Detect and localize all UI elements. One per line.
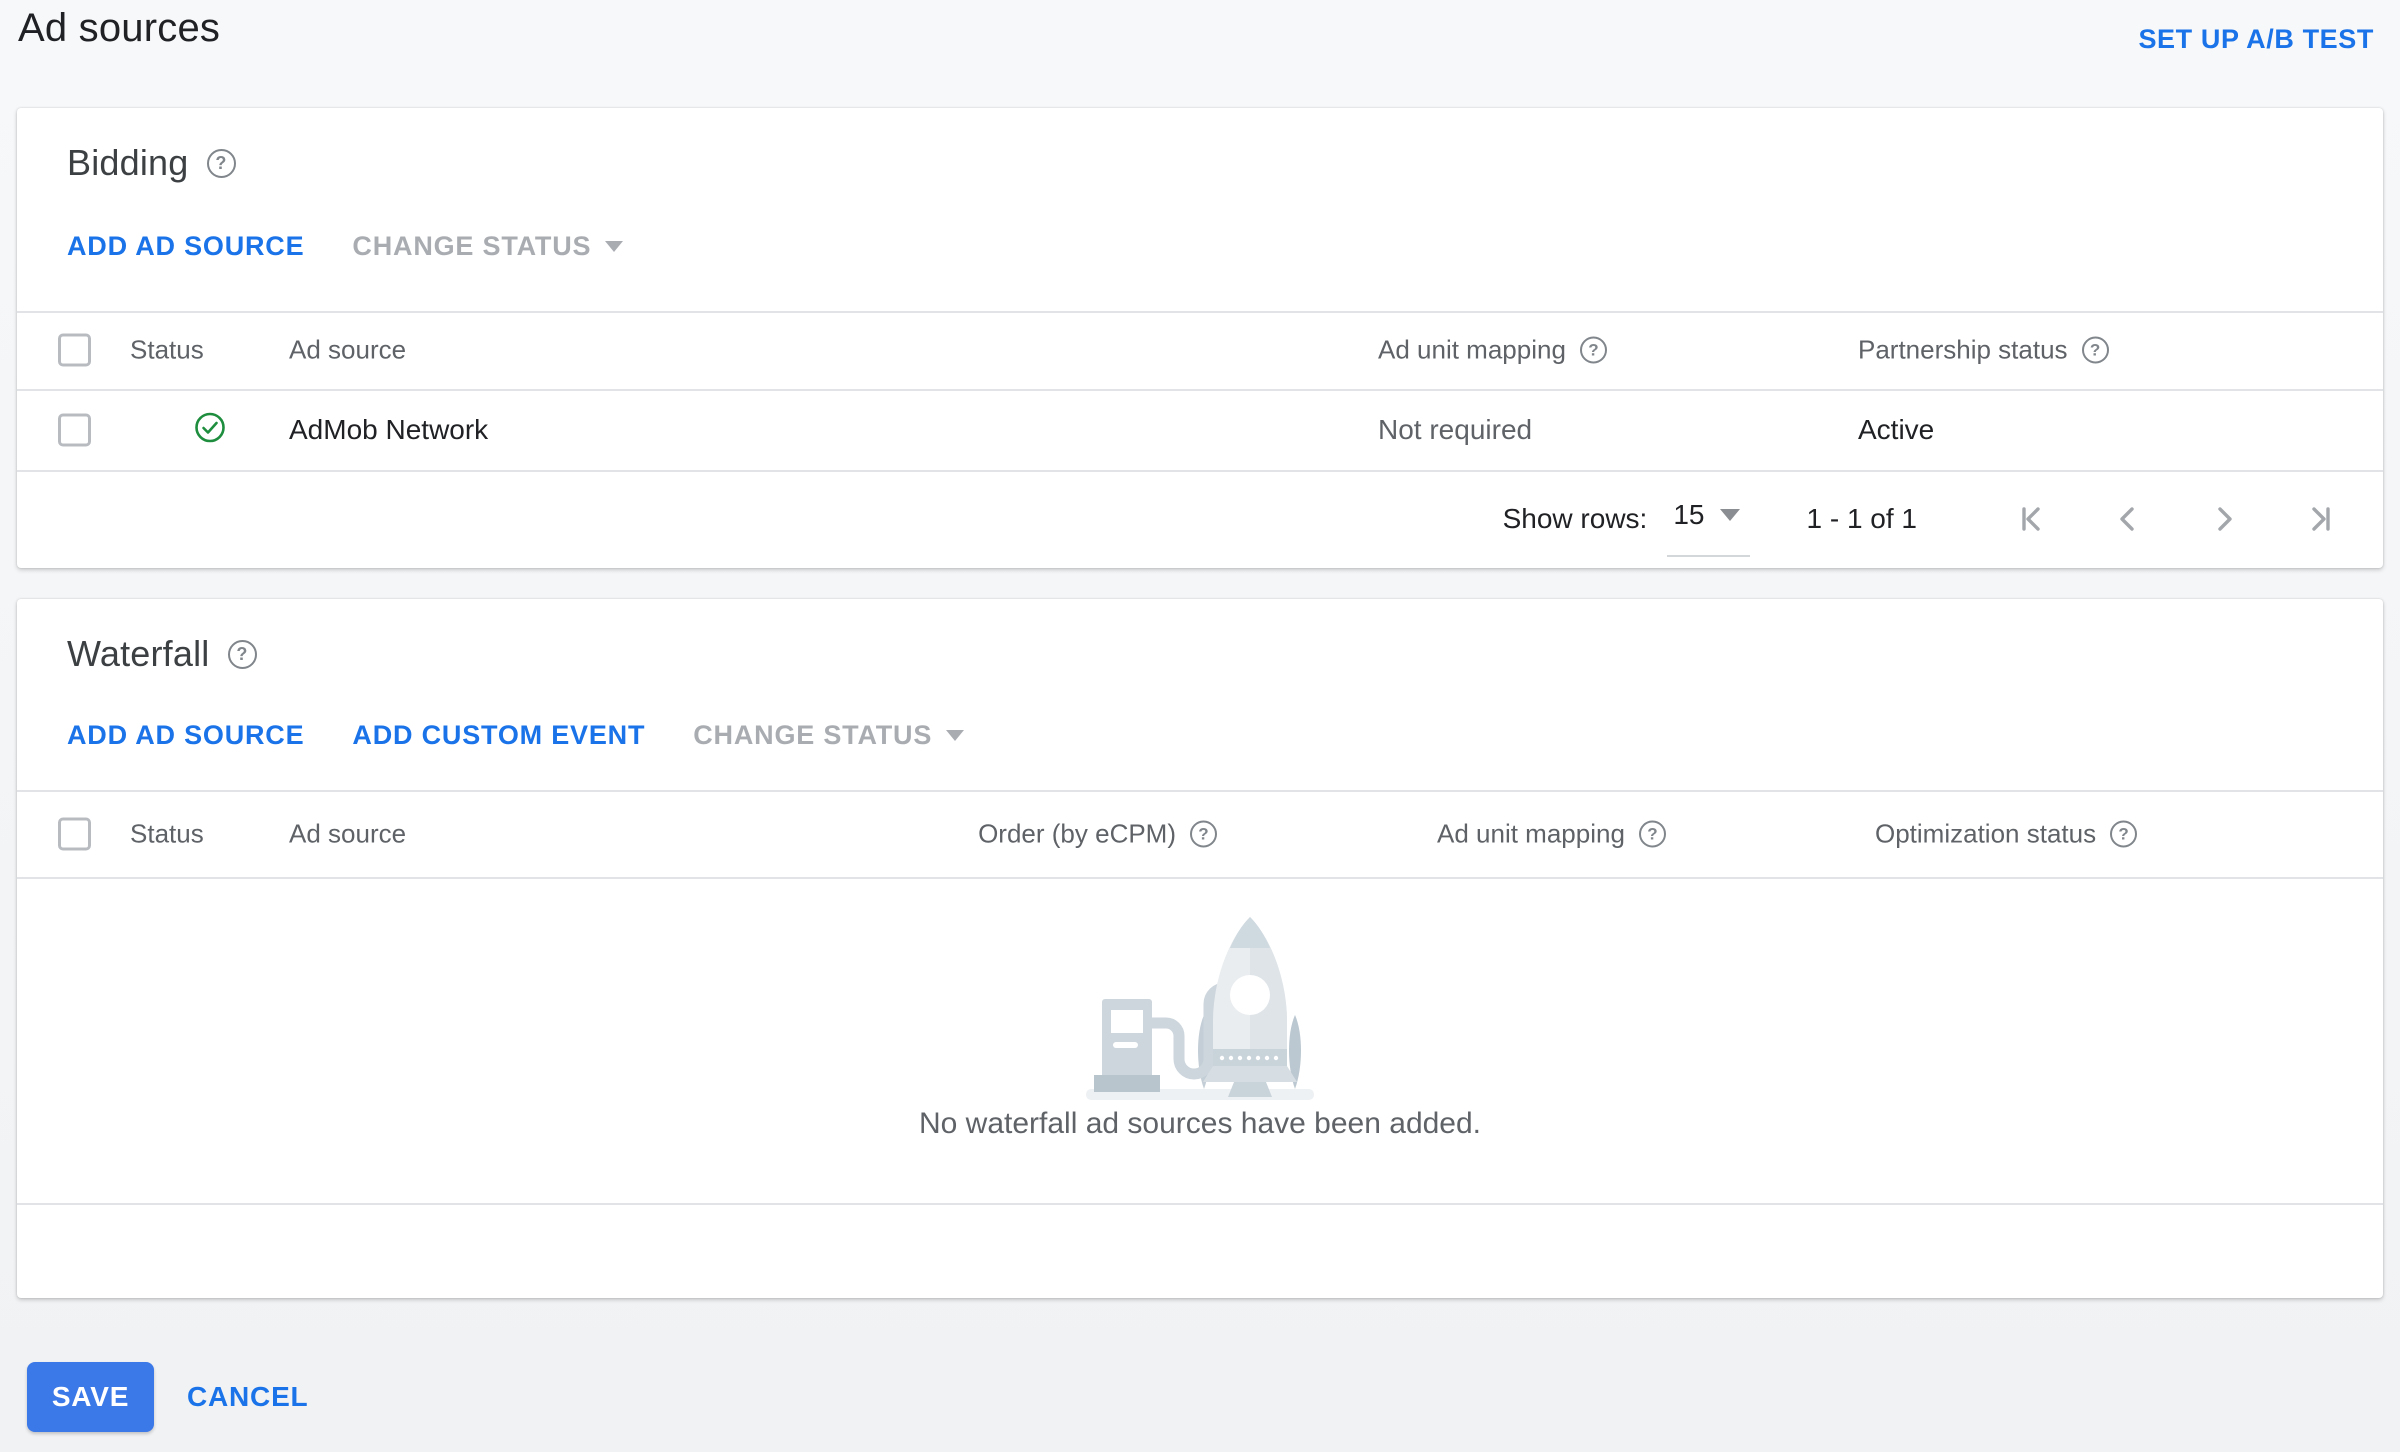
waterfall-help-icon[interactable]: ? [227, 639, 257, 669]
bidding-help-icon[interactable]: ? [206, 148, 236, 178]
waterfall-select-all-checkbox[interactable] [58, 817, 91, 850]
waterfall-empty-message: No waterfall ad sources have been added. [918, 1107, 1482, 1140]
bidding-col-ad-source: Ad source [289, 334, 407, 365]
bidding-add-ad-source-button[interactable]: ADD AD SOURCE [67, 231, 304, 262]
show-rows-label: Show rows: [1502, 503, 1648, 534]
partnership-status-help-icon[interactable]: ? [2081, 336, 2109, 364]
status-active-check-icon [194, 411, 226, 448]
bidding-col-ad-unit-mapping-label: Ad unit mapping [1378, 334, 1566, 365]
waterfall-table-header-row: Status Ad source Order (by eCPM) ? Ad un… [17, 790, 2383, 877]
previous-page-icon[interactable] [2105, 496, 2151, 542]
rocket-refueling-illustration [1084, 911, 1316, 1112]
waterfall-col-order: Order (by eCPM) ? [917, 818, 1217, 849]
waterfall-section-title: Waterfall ? [67, 633, 257, 675]
waterfall-title-text: Waterfall [67, 633, 210, 674]
divider [17, 877, 2383, 879]
waterfall-change-status-button[interactable]: CHANGE STATUS [693, 719, 965, 751]
bidding-card: Bidding ? ADD AD SOURCE CHANGE STATUS St… [17, 108, 2383, 568]
row-checkbox[interactable] [58, 413, 91, 446]
rows-per-page-value: 15 [1673, 499, 1705, 530]
divider [17, 1203, 2383, 1205]
bidding-col-status: Status [130, 334, 204, 365]
waterfall-actions: ADD AD SOURCE ADD CUSTOM EVENT CHANGE ST… [67, 715, 965, 755]
cell-ad-unit-mapping: Not required [1378, 413, 1533, 445]
table-row-admob-network: AdMob Network Not required Active [17, 389, 2383, 470]
bidding-col-ad-unit-mapping: Ad unit mapping ? [1378, 335, 1607, 366]
waterfall-col-status: Status [130, 818, 204, 848]
ad-sources-page: Ad sources SET UP A/B TEST Bidding ? ADD… [0, 0, 2400, 1452]
waterfall-add-ad-source-button[interactable]: ADD AD SOURCE [67, 720, 304, 751]
set-up-ab-test-link[interactable]: SET UP A/B TEST [2138, 24, 2374, 55]
chevron-down-icon [946, 729, 965, 741]
pagination-bar: Show rows: 15 1 - 1 of 1 [1503, 470, 2343, 568]
waterfall-col-ad-unit-mapping: Ad unit mapping ? [1437, 818, 1666, 849]
first-page-icon[interactable] [2009, 496, 2055, 542]
waterfall-col-order-label: Order (by eCPM) [978, 818, 1176, 848]
rows-per-page-select[interactable]: 15 [1667, 493, 1751, 557]
bidding-select-all-checkbox[interactable] [58, 333, 91, 367]
bidding-change-status-button[interactable]: CHANGE STATUS [352, 230, 624, 262]
bidding-table-header-row: Status Ad source Ad unit mapping ? Partn… [17, 311, 2383, 389]
next-page-icon[interactable] [2201, 496, 2247, 542]
save-button[interactable]: SAVE [27, 1362, 154, 1432]
page-title: Ad sources [18, 6, 221, 50]
pagination-range: 1 - 1 of 1 [1806, 503, 1917, 534]
last-page-icon[interactable] [2297, 496, 2343, 542]
ad-unit-mapping-help-icon[interactable]: ? [1579, 336, 1607, 364]
waterfall-col-ad-unit-mapping-label: Ad unit mapping [1437, 818, 1625, 848]
bidding-change-status-label: CHANGE STATUS [352, 230, 592, 261]
waterfall-ad-unit-mapping-help-icon[interactable]: ? [1638, 820, 1666, 847]
waterfall-col-ad-source: Ad source [289, 818, 407, 848]
waterfall-col-optimization-status: Optimization status ? [1875, 818, 2138, 849]
bidding-col-partnership-status-label: Partnership status [1858, 334, 2068, 365]
order-ecpm-help-icon[interactable]: ? [1190, 820, 1217, 847]
bidding-col-partnership-status: Partnership status ? [1858, 335, 2109, 366]
waterfall-change-status-label: CHANGE STATUS [693, 719, 933, 750]
waterfall-col-optimization-status-label: Optimization status [1875, 818, 2097, 848]
cell-ad-source: AdMob Network [289, 413, 489, 445]
cancel-button[interactable]: CANCEL [187, 1362, 308, 1432]
cell-partnership-status: Active [1858, 413, 1935, 445]
waterfall-add-custom-event-button[interactable]: ADD CUSTOM EVENT [352, 720, 645, 751]
waterfall-card: Waterfall ? ADD AD SOURCE ADD CUSTOM EVE… [17, 599, 2383, 1298]
optimization-status-help-icon[interactable]: ? [2110, 820, 2138, 847]
pager-buttons [2009, 496, 2343, 542]
chevron-down-icon [1720, 509, 1741, 521]
bidding-title-text: Bidding [67, 142, 189, 183]
bidding-section-title: Bidding ? [67, 142, 236, 184]
bidding-actions: ADD AD SOURCE CHANGE STATUS [67, 226, 624, 266]
chevron-down-icon [605, 240, 624, 252]
select-underline [1667, 555, 1751, 557]
